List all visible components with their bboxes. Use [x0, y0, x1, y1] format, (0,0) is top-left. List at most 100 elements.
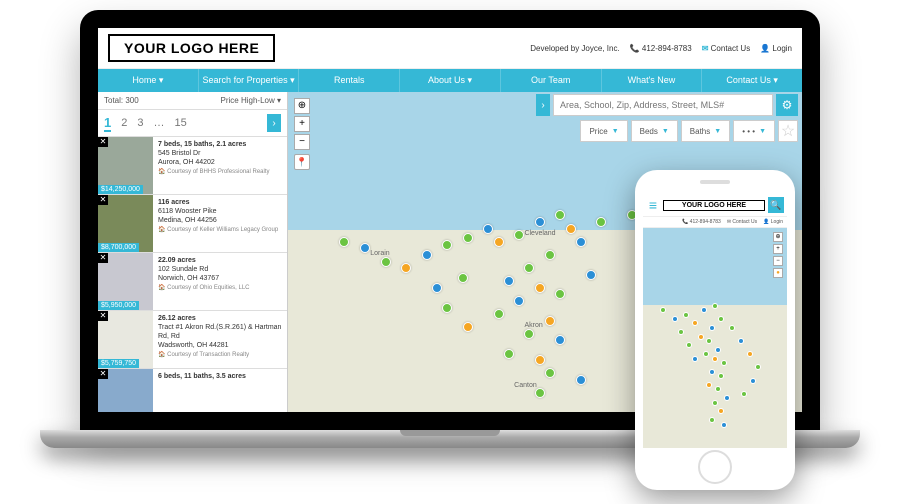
listing-item[interactable]: ✕$5,759,750 26.12 acresTract #1 Akron Rd…	[98, 311, 287, 369]
map-pin[interactable]	[535, 355, 545, 365]
filter-beds[interactable]: Beds▼	[631, 120, 678, 142]
map-pin[interactable]	[718, 316, 724, 322]
map-pin[interactable]	[692, 356, 698, 362]
map-pin[interactable]	[709, 325, 715, 331]
map-pin[interactable]	[545, 368, 555, 378]
close-icon[interactable]: ✕	[98, 311, 108, 321]
filter-price[interactable]: Price▼	[580, 120, 627, 142]
map-pin[interactable]	[718, 373, 724, 379]
listing-item[interactable]: ✕$5,950,000 22.09 acres102 Sundale RdNor…	[98, 253, 287, 311]
map-pin[interactable]	[494, 237, 504, 247]
map-pin[interactable]	[555, 210, 565, 220]
map-pin[interactable]	[524, 329, 534, 339]
star-icon[interactable]: ☆	[778, 120, 798, 142]
map-pin[interactable]	[401, 263, 411, 273]
map-pin[interactable]	[535, 217, 545, 227]
map-pin[interactable]	[706, 382, 712, 388]
map-pin[interactable]	[422, 250, 432, 260]
map-target-icon[interactable]: ⊕	[294, 98, 310, 114]
map-pin[interactable]	[712, 356, 718, 362]
gear-icon[interactable]: ⚙	[776, 94, 798, 116]
map-pin[interactable]	[483, 224, 493, 234]
map-locate-icon[interactable]: 📍	[294, 154, 310, 170]
map-pin[interactable]	[596, 217, 606, 227]
page-next[interactable]: ›	[267, 114, 281, 132]
map-pin[interactable]	[729, 325, 735, 331]
map-pin[interactable]	[545, 250, 555, 260]
map-pin[interactable]	[715, 386, 721, 392]
nav-about[interactable]: About Us ▾	[400, 69, 501, 92]
map-pin[interactable]	[686, 342, 692, 348]
search-input[interactable]	[553, 94, 773, 116]
close-icon[interactable]: ✕	[98, 195, 108, 205]
map-pin[interactable]	[535, 388, 545, 398]
map-pin[interactable]	[586, 270, 596, 280]
map-pin[interactable]	[712, 303, 718, 309]
phone-locate-icon[interactable]: ●	[773, 268, 783, 278]
map-pin[interactable]	[721, 360, 727, 366]
map-pin[interactable]	[524, 263, 534, 273]
page-15[interactable]: 15	[174, 117, 186, 129]
map-pin[interactable]	[715, 347, 721, 353]
map-pin[interactable]	[741, 391, 747, 397]
map-pin[interactable]	[698, 334, 704, 340]
map-pin[interactable]	[504, 349, 514, 359]
map-pin[interactable]	[724, 395, 730, 401]
map-pin[interactable]	[703, 351, 709, 357]
map-pin[interactable]	[738, 338, 744, 344]
header-contact[interactable]: ✉ Contact Us	[702, 44, 751, 53]
nav-team[interactable]: Our Team	[501, 69, 602, 92]
zoom-out-button[interactable]: −	[294, 134, 310, 150]
map-pin[interactable]	[566, 224, 576, 234]
phone-zoom-out[interactable]: −	[773, 256, 783, 266]
map-pin[interactable]	[706, 338, 712, 344]
map-pin[interactable]	[494, 309, 504, 319]
phone-map[interactable]: ⊕ + − ●	[643, 228, 787, 448]
map-pin[interactable]	[360, 243, 370, 253]
search-collapse-icon[interactable]: ›	[536, 94, 550, 116]
search-icon[interactable]: 🔍	[768, 197, 784, 213]
map-pin[interactable]	[683, 312, 689, 318]
map-pin[interactable]	[432, 283, 442, 293]
nav-whatsnew[interactable]: What's New	[602, 69, 703, 92]
map-pin[interactable]	[545, 316, 555, 326]
map-pin[interactable]	[678, 329, 684, 335]
listing-item[interactable]: ✕$8,700,000 116 acres6118 Wooster PikeMe…	[98, 195, 287, 253]
phone-contact[interactable]: ✉ Contact Us	[727, 219, 757, 225]
map-pin[interactable]	[442, 240, 452, 250]
page-1[interactable]: 1	[104, 115, 111, 132]
sort-dropdown[interactable]: Price High-Low ▾	[221, 96, 282, 105]
map-pin[interactable]	[747, 351, 753, 357]
map-pin[interactable]	[576, 237, 586, 247]
map-pin[interactable]	[514, 230, 524, 240]
filter-baths[interactable]: Baths▼	[681, 120, 730, 142]
map-pin[interactable]	[718, 408, 724, 414]
nav-contact[interactable]: Contact Us ▾	[702, 69, 802, 92]
map-pin[interactable]	[660, 307, 666, 313]
map-pin[interactable]	[381, 257, 391, 267]
map-pin[interactable]	[721, 422, 727, 428]
phone-target-icon[interactable]: ⊕	[773, 232, 783, 242]
listing-item[interactable]: ✕$14,250,000 7 beds, 15 baths, 2.1 acres…	[98, 137, 287, 195]
map-pin[interactable]	[339, 237, 349, 247]
map-pin[interactable]	[576, 375, 586, 385]
phone-number[interactable]: 📞 412-894-8783	[682, 219, 721, 225]
map-pin[interactable]	[458, 273, 468, 283]
close-icon[interactable]: ✕	[98, 369, 108, 379]
map-pin[interactable]	[504, 276, 514, 286]
map-pin[interactable]	[442, 303, 452, 313]
listing-item[interactable]: ✕ 6 beds, 11 baths, 3.5 acres	[98, 369, 287, 412]
map-pin[interactable]	[463, 322, 473, 332]
map-pin[interactable]	[514, 296, 524, 306]
map-pin[interactable]	[555, 289, 565, 299]
close-icon[interactable]: ✕	[98, 137, 108, 147]
phone-login[interactable]: 👤 Login	[763, 219, 783, 225]
header-phone[interactable]: 📞 412-894-8783	[630, 44, 692, 53]
close-icon[interactable]: ✕	[98, 253, 108, 263]
map-pin[interactable]	[712, 400, 718, 406]
page-2[interactable]: 2	[121, 117, 127, 129]
map-pin[interactable]	[709, 417, 715, 423]
map-pin[interactable]	[709, 369, 715, 375]
nav-home[interactable]: Home ▾	[98, 69, 199, 92]
nav-rentals[interactable]: Rentals	[299, 69, 400, 92]
